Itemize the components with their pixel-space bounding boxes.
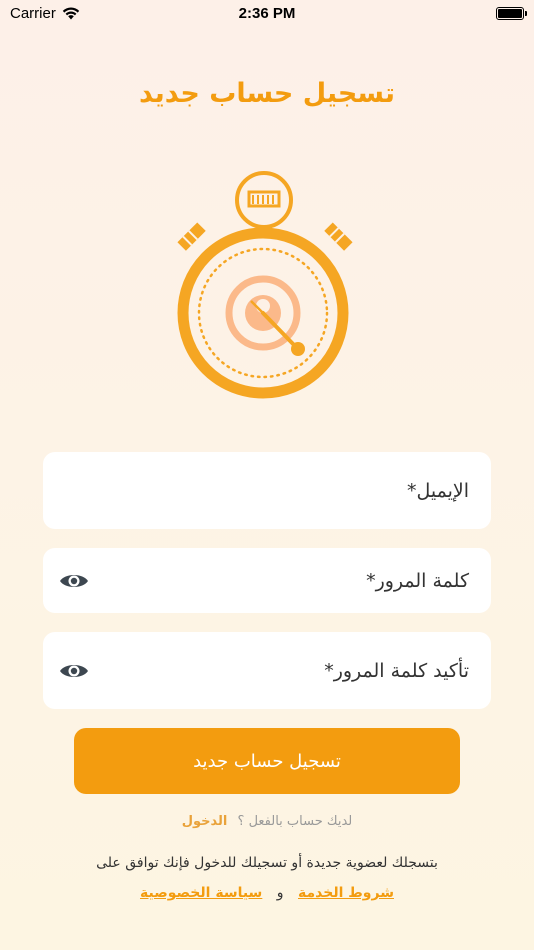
terms-of-service-link[interactable]: شروط الخدمة	[298, 885, 394, 901]
login-link[interactable]: الدخول	[182, 814, 228, 829]
login-prompt: لديك حساب بالفعل ؟ الدخول	[0, 814, 534, 829]
status-time: 2:36 PM	[238, 5, 296, 22]
terms-notice: بتسجلك لعضوية جديدة أو تسجيلك للدخول فإن…	[96, 855, 438, 871]
privacy-policy-link[interactable]: سياسة الخصوصية	[140, 885, 262, 901]
battery-icon	[496, 7, 527, 20]
email-field[interactable]: الإيميل*	[43, 452, 491, 529]
page-title: تسجيل حساب جديد	[139, 78, 395, 109]
confirm-password-field[interactable]: تأكيد كلمة المرور*	[43, 632, 491, 709]
password-label: كلمة المرور*	[366, 569, 469, 592]
confirm-password-label: تأكيد كلمة المرور*	[324, 659, 469, 682]
eye-icon[interactable]	[59, 661, 89, 681]
email-label: الإيميل*	[406, 479, 469, 502]
eye-icon[interactable]	[59, 571, 89, 591]
terms-links: شروط الخدمة و سياسة الخصوصية	[0, 885, 534, 901]
have-account-text: لديك حساب بالفعل ؟	[237, 814, 353, 829]
register-button[interactable]: تسجيل حساب جديد	[74, 728, 460, 794]
stopwatch-logo-icon	[177, 171, 353, 399]
password-field[interactable]: كلمة المرور*	[43, 548, 491, 613]
status-bar: Carrier 2:36 PM	[0, 0, 534, 28]
terms-and: و	[276, 885, 284, 901]
